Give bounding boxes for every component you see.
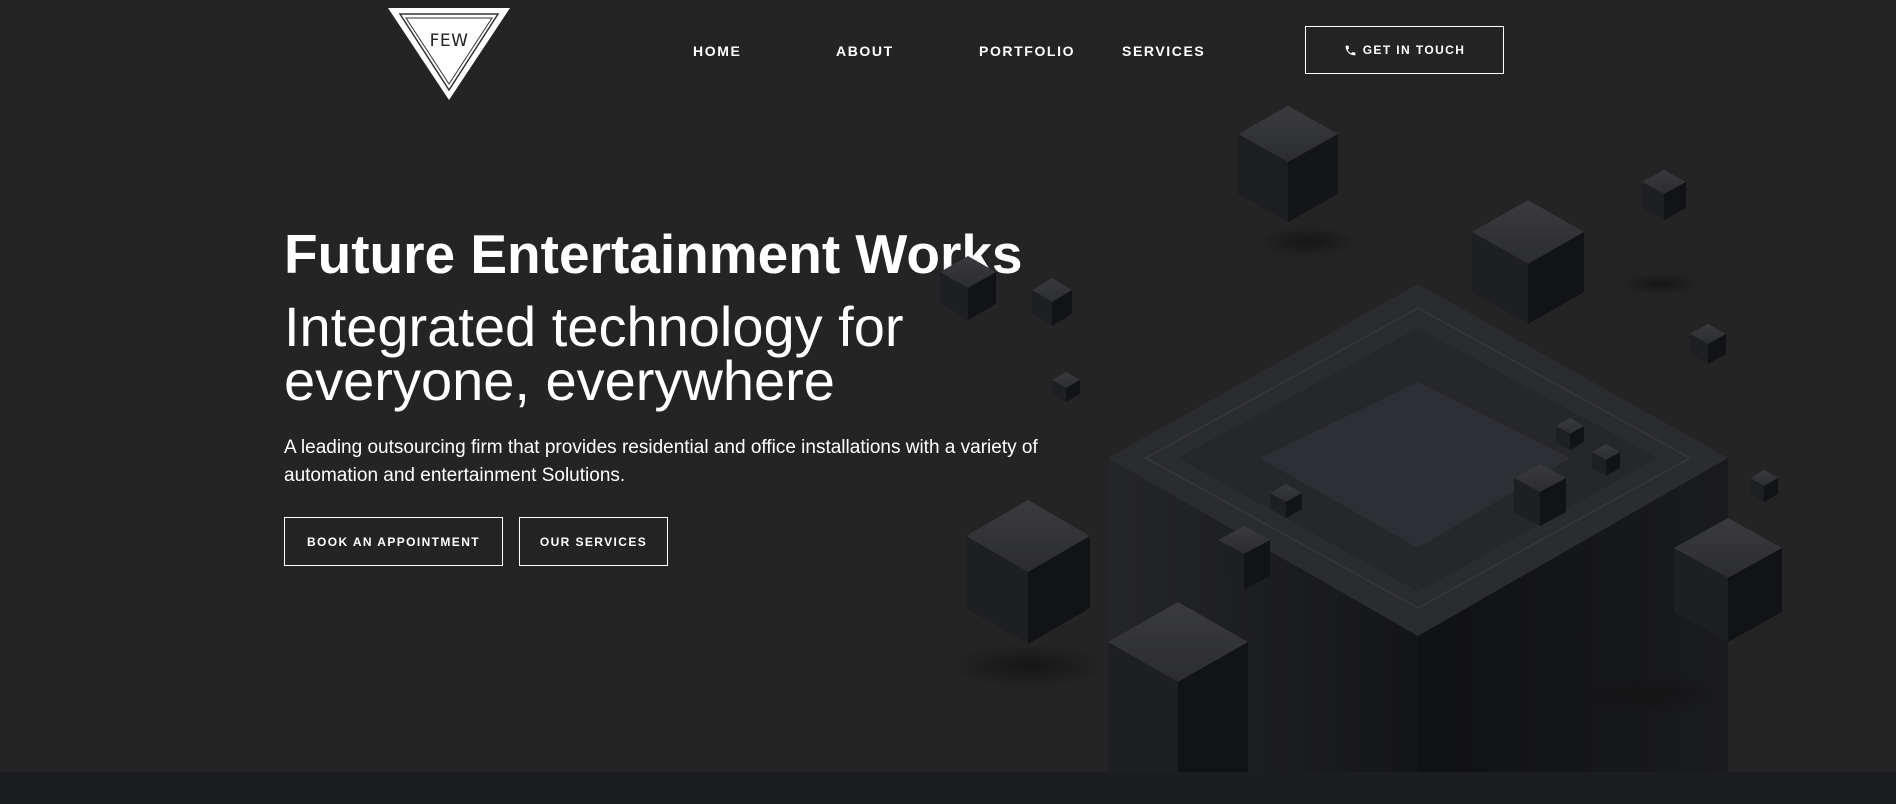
nav-about[interactable]: ABOUT xyxy=(836,43,894,59)
bottom-band xyxy=(0,772,1896,804)
phone-icon xyxy=(1345,45,1356,55)
page-title: Future Entertainment Works xyxy=(284,223,1023,285)
nav-portfolio[interactable]: PORTFOLIO xyxy=(979,43,1075,59)
logo[interactable]: FEW xyxy=(386,6,512,102)
cubes-graphic xyxy=(940,106,1782,772)
nav-services[interactable]: SERVICES xyxy=(1122,43,1205,59)
isometric-cubes-illustration xyxy=(930,96,1896,772)
our-services-button[interactable]: OUR SERVICES xyxy=(519,517,668,566)
book-appointment-button[interactable]: BOOK AN APPOINTMENT xyxy=(284,517,503,566)
nav-home[interactable]: HOME xyxy=(693,43,741,59)
get-in-touch-label: GET IN TOUCH xyxy=(1362,43,1466,57)
hero-subtitle: Integrated technology for everyone, ever… xyxy=(284,295,904,412)
logo-text: FEW xyxy=(429,31,469,51)
get-in-touch-button[interactable]: GET IN TOUCH xyxy=(1305,26,1504,74)
hero-section: FEW HOME ABOUT PORTFOLIO SERVICES GET IN… xyxy=(0,0,1896,772)
triangle-logo-icon xyxy=(388,8,510,100)
